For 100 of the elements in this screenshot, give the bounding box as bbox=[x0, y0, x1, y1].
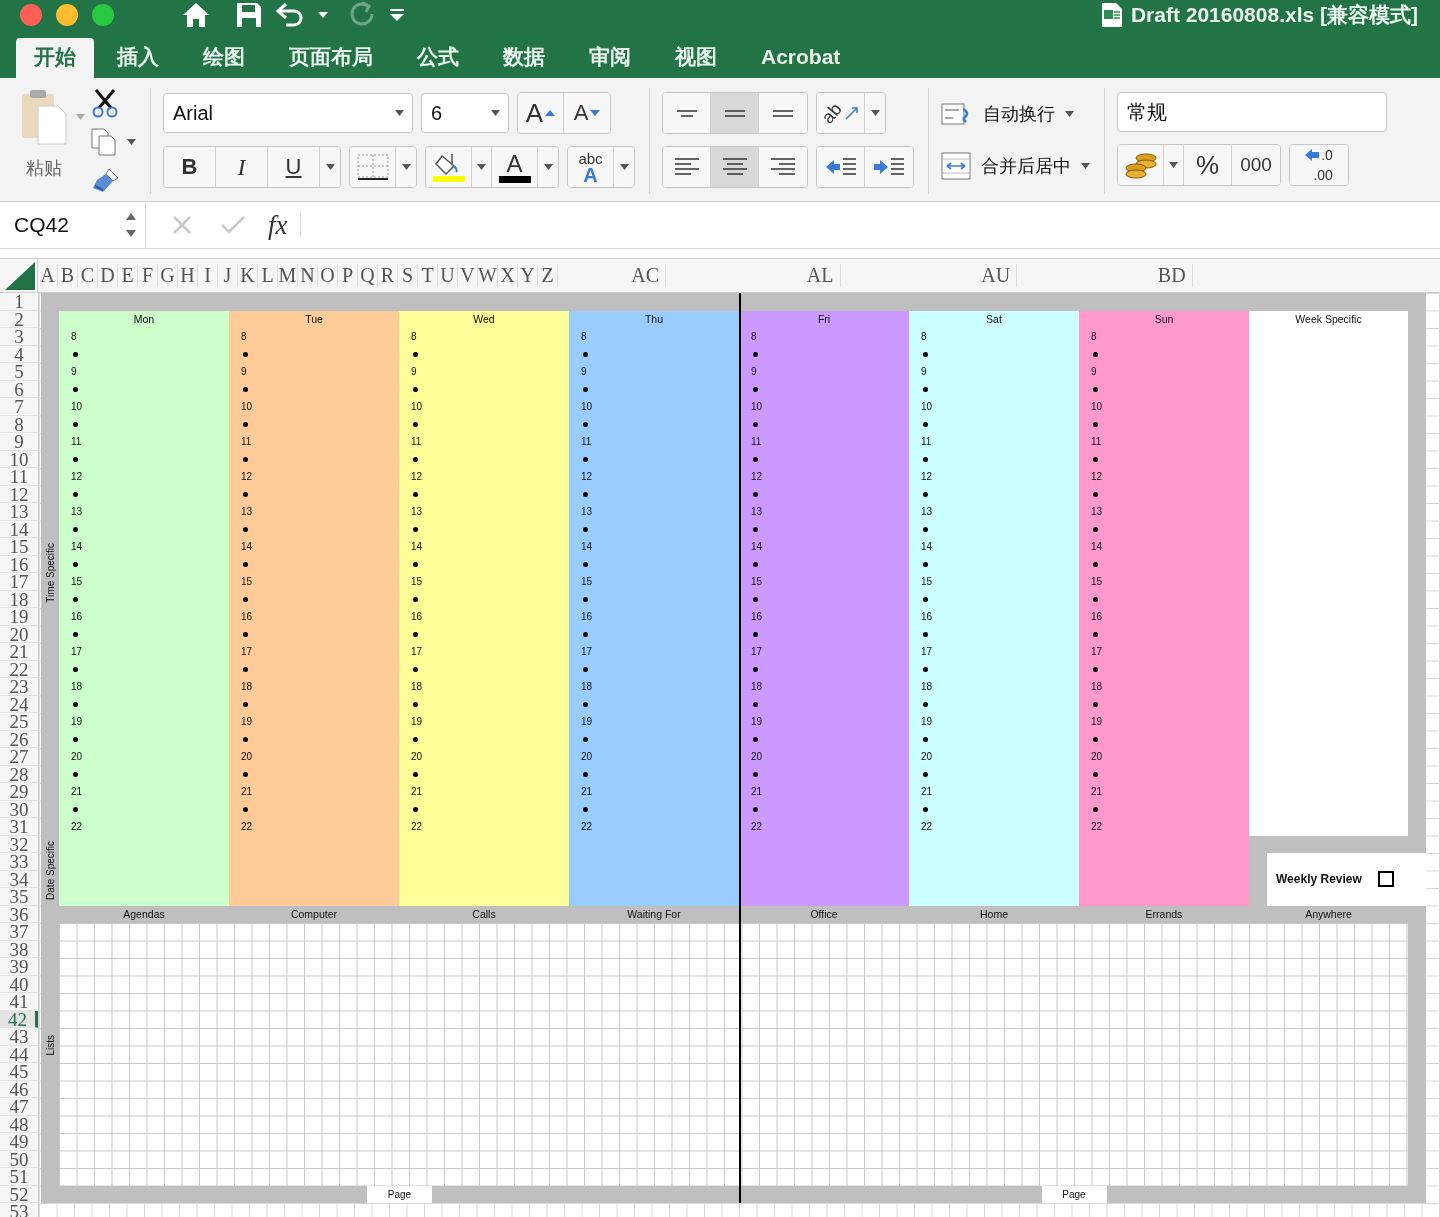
zoom-button[interactable] bbox=[92, 4, 114, 26]
row-header[interactable]: 13 bbox=[0, 503, 38, 521]
row-header[interactable]: 6 bbox=[0, 380, 38, 398]
increase-font-button[interactable]: A bbox=[518, 93, 564, 133]
row-header[interactable]: 39 bbox=[0, 958, 38, 976]
row-header[interactable]: 12 bbox=[0, 485, 38, 503]
horizontal-align-button[interactable] bbox=[663, 147, 711, 187]
row-header[interactable]: 4 bbox=[0, 345, 38, 363]
row-header[interactable]: 1 bbox=[0, 293, 38, 311]
ribbon-tab[interactable]: 数据 bbox=[482, 38, 566, 78]
checkmark-icon[interactable] bbox=[220, 215, 246, 235]
wrap-text-button[interactable]: 自动换行 bbox=[941, 96, 1090, 132]
column-header[interactable]: S bbox=[398, 264, 418, 287]
column-header[interactable]: Y bbox=[518, 264, 538, 287]
column-header[interactable]: Q bbox=[358, 264, 378, 287]
text-style-button[interactable]: abc A bbox=[568, 147, 614, 187]
row-header[interactable]: 23 bbox=[0, 678, 38, 696]
row-header[interactable]: 21 bbox=[0, 643, 38, 661]
row-header[interactable]: 15 bbox=[0, 538, 38, 556]
row-header[interactable]: 3 bbox=[0, 328, 38, 346]
vertical-align-button[interactable] bbox=[663, 93, 711, 133]
column-header[interactable]: Z bbox=[538, 264, 558, 287]
column-header[interactable]: H bbox=[178, 264, 198, 287]
bold-button[interactable]: B bbox=[164, 147, 216, 187]
column-header[interactable]: J bbox=[218, 264, 238, 287]
column-header[interactable]: R bbox=[378, 264, 398, 287]
number-format-field[interactable]: 常规 bbox=[1117, 92, 1387, 132]
row-header[interactable]: 26 bbox=[0, 730, 38, 748]
orientation-button[interactable]: ab bbox=[817, 93, 865, 133]
row-header[interactable]: 34 bbox=[0, 870, 38, 888]
column-header[interactable]: E bbox=[118, 264, 138, 287]
column-header[interactable]: AC bbox=[625, 264, 667, 287]
row-header[interactable]: 17 bbox=[0, 573, 38, 591]
column-header[interactable]: C bbox=[78, 264, 98, 287]
row-header[interactable]: 19 bbox=[0, 608, 38, 626]
vertical-align-button[interactable] bbox=[711, 93, 759, 133]
format-painter-icon[interactable] bbox=[91, 166, 121, 194]
ribbon-tab[interactable]: 页面布局 bbox=[268, 38, 394, 78]
row-header[interactable]: 25 bbox=[0, 713, 38, 731]
column-header[interactable]: I bbox=[198, 264, 218, 287]
row-header[interactable]: 22 bbox=[0, 660, 38, 678]
row-header[interactable]: 30 bbox=[0, 800, 38, 818]
column-header[interactable]: X bbox=[498, 264, 518, 287]
column-header[interactable]: V bbox=[458, 264, 478, 287]
insert-function-button[interactable]: fx bbox=[268, 209, 288, 241]
paste-button[interactable]: 粘贴 bbox=[18, 88, 70, 180]
row-header[interactable]: 9 bbox=[0, 433, 38, 451]
row-header[interactable]: 27 bbox=[0, 748, 38, 766]
column-header[interactable]: N bbox=[298, 264, 318, 287]
scissors-icon[interactable] bbox=[91, 88, 119, 118]
row-header[interactable]: 52 bbox=[0, 1185, 38, 1203]
row-header[interactable]: 28 bbox=[0, 765, 38, 783]
column-header[interactable]: A bbox=[38, 264, 58, 287]
row-header[interactable]: 45 bbox=[0, 1063, 38, 1081]
save-icon[interactable] bbox=[236, 2, 262, 28]
row-header[interactable]: 20 bbox=[0, 625, 38, 643]
checkbox[interactable] bbox=[1377, 871, 1394, 888]
row-header[interactable]: 43 bbox=[0, 1028, 38, 1046]
caret-icon[interactable] bbox=[127, 139, 136, 145]
row-header[interactable]: 29 bbox=[0, 783, 38, 801]
column-header[interactable]: BD bbox=[1151, 264, 1193, 287]
row-header[interactable]: 44 bbox=[0, 1045, 38, 1063]
caret-icon[interactable] bbox=[318, 12, 328, 18]
row-header[interactable]: 5 bbox=[0, 363, 38, 381]
ribbon-tab[interactable]: 开始 bbox=[16, 38, 94, 78]
column-header[interactable]: AU bbox=[975, 264, 1018, 287]
row-header[interactable]: 40 bbox=[0, 975, 38, 993]
row-header[interactable]: 7 bbox=[0, 398, 38, 416]
row-header[interactable]: 33 bbox=[0, 853, 38, 871]
ribbon-tab[interactable]: 插入 bbox=[96, 38, 180, 78]
column-header[interactable]: W bbox=[478, 264, 498, 287]
font-name-field[interactable]: Arial bbox=[163, 93, 413, 133]
row-header[interactable]: 16 bbox=[0, 555, 38, 573]
home-icon[interactable] bbox=[182, 2, 210, 28]
column-header[interactable]: F bbox=[138, 264, 158, 287]
merge-center-button[interactable]: 合并后居中 bbox=[941, 148, 1090, 184]
row-header[interactable]: 51 bbox=[0, 1168, 38, 1186]
row-header[interactable]: 24 bbox=[0, 695, 38, 713]
row-header[interactable]: 47 bbox=[0, 1098, 38, 1116]
column-header[interactable]: T bbox=[418, 264, 438, 287]
row-header[interactable]: 18 bbox=[0, 590, 38, 608]
select-all-icon[interactable] bbox=[5, 262, 35, 290]
row-header[interactable]: 50 bbox=[0, 1150, 38, 1168]
ribbon-tab[interactable]: 绘图 bbox=[182, 38, 266, 78]
row-header[interactable]: 11 bbox=[0, 468, 38, 486]
column-header[interactable]: M bbox=[278, 264, 298, 287]
row-header[interactable]: 10 bbox=[0, 450, 38, 468]
column-header[interactable]: AL bbox=[800, 264, 841, 287]
column-header[interactable]: G bbox=[158, 264, 178, 287]
fill-color-button[interactable] bbox=[426, 147, 472, 187]
ribbon-tab[interactable]: 公式 bbox=[396, 38, 480, 78]
row-header[interactable]: 41 bbox=[0, 993, 38, 1011]
column-header[interactable]: L bbox=[258, 264, 278, 287]
minimize-button[interactable] bbox=[56, 4, 78, 26]
row-header[interactable]: 49 bbox=[0, 1133, 38, 1151]
column-header[interactable]: P bbox=[338, 264, 358, 287]
column-header[interactable]: O bbox=[318, 264, 338, 287]
row-header[interactable]: 32 bbox=[0, 835, 38, 853]
row-header[interactable]: 2 bbox=[0, 310, 38, 328]
column-header[interactable]: K bbox=[238, 264, 258, 287]
